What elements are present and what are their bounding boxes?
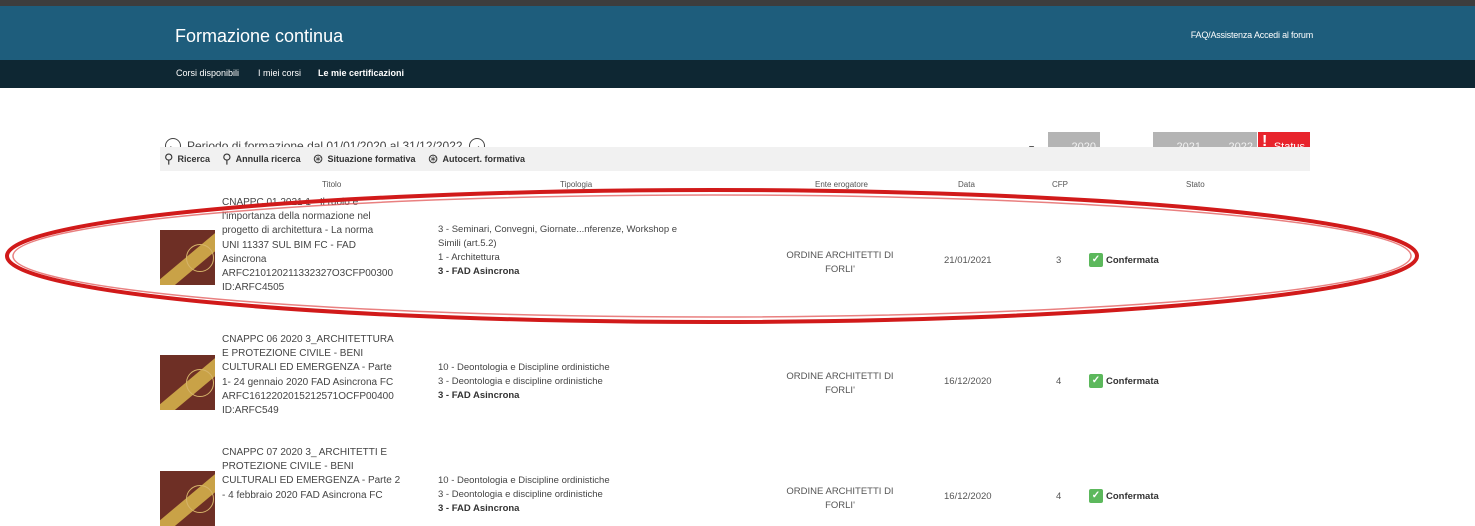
forum-link[interactable]: Accedi al forum [1254, 30, 1313, 40]
autocert-label: Autocert. formativa [442, 154, 525, 164]
course-date: 16/12/2020 [944, 491, 992, 502]
check-icon: ✓ [1089, 489, 1103, 503]
status-badge: ✓ Confermata [1089, 489, 1159, 503]
course-thumbnail [160, 355, 215, 410]
header-state[interactable]: Stato [1186, 180, 1205, 189]
status-badge: ✓ Confermata [1089, 253, 1159, 267]
cancel-search-label: Annulla ricerca [235, 154, 301, 164]
cancel-search-button[interactable]: ⚲ Annulla ricerca [222, 151, 301, 167]
header-title[interactable]: Titolo [322, 180, 341, 189]
nav-item-my-certifications[interactable]: Le mie certificazioni [318, 68, 404, 78]
autocert-button[interactable]: ⊛ Autocert. formativa [428, 151, 525, 167]
search-button[interactable]: ⚲ Ricerca [164, 151, 210, 167]
search-cancel-icon: ⚲ [222, 151, 232, 166]
course-date: 16/12/2020 [944, 376, 992, 387]
check-icon: ✓ [1089, 374, 1103, 388]
course-title[interactable]: CNAPPC 06 2020 3_ARCHITETTURA E PROTEZION… [222, 333, 432, 418]
course-org: ORDINE ARCHITETTI DI FORLI' [786, 250, 894, 275]
globe-icon: ⊛ [427, 151, 439, 166]
course-cfp: 3 [1056, 255, 1062, 266]
course-title[interactable]: CNAPPC 01 2021 1 - Il ruolo e l'importanz… [222, 196, 432, 295]
course-title[interactable]: CNAPPC 07 2020 3_ ARCHITETTI E PROTEZIONE… [222, 446, 432, 503]
faq-link[interactable]: FAQ/Assistenza [1191, 30, 1252, 40]
top-header: Formazione continua FAQ/Assistenza Accedi… [0, 0, 1475, 60]
nav-item-available-courses[interactable]: Corsi disponibili [176, 68, 239, 78]
course-org: ORDINE ARCHITETTI DI FORLI' [786, 486, 894, 511]
table-row[interactable]: CNAPPC 01 2021 1 - Il ruolo e l'importanz… [160, 196, 1310, 320]
situation-label: Situazione formativa [327, 154, 416, 164]
header-cfp[interactable]: CFP [1052, 180, 1068, 189]
nav-bar: Corsi disponibili I miei corsi Le mie ce… [0, 60, 1475, 88]
course-type: 10 - Deontologia e Discipline ordinistic… [438, 475, 610, 514]
status-badge: ✓ Confermata [1089, 374, 1159, 388]
table-row[interactable]: CNAPPC 06 2020 3_ARCHITETTURA E PROTEZION… [160, 333, 1310, 433]
app-title: Formazione continua [175, 26, 344, 46]
course-thumbnail [160, 230, 215, 285]
nav-item-my-courses[interactable]: I miei corsi [258, 68, 301, 78]
course-type: 3 - Seminari, Convegni, Giornate...nfere… [438, 224, 678, 277]
course-thumbnail [160, 471, 215, 526]
course-cfp: 4 [1056, 491, 1062, 502]
search-icon: ⚲ [164, 151, 174, 166]
check-icon: ✓ [1089, 253, 1103, 267]
header-org[interactable]: Ente erogatore [815, 180, 868, 189]
toolbar: ⚲ Ricerca ⚲ Annulla ricerca ⊛ Situazione fo… [160, 147, 1310, 171]
course-type: 10 - Deontologia e Discipline ordinistic… [438, 362, 610, 401]
header-type[interactable]: Tipologia [560, 180, 592, 189]
situation-button[interactable]: ⊛ Situazione formativa [313, 151, 416, 167]
course-date: 21/01/2021 [944, 255, 992, 266]
table-row[interactable]: CNAPPC 07 2020 3_ ARCHITETTI E PROTEZIONE… [160, 446, 1310, 526]
course-cfp: 4 [1056, 376, 1062, 387]
header-links: FAQ/Assistenza Accedi al forum [1189, 30, 1313, 40]
course-org: ORDINE ARCHITETTI DI FORLI' [786, 371, 894, 396]
globe-icon: ⊛ [312, 151, 324, 166]
search-label: Ricerca [177, 154, 211, 164]
header-date[interactable]: Data [958, 180, 975, 189]
